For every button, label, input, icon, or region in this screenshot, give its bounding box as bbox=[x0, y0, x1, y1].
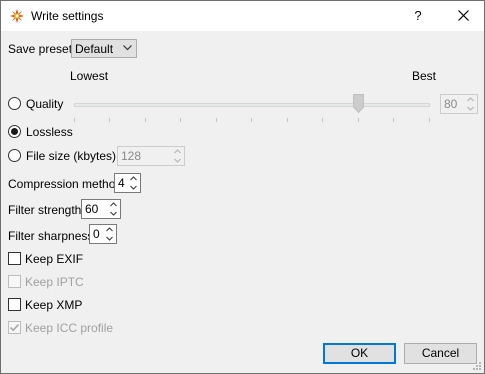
save-preset-value: Default bbox=[75, 42, 114, 56]
resize-grip-icon[interactable] bbox=[472, 361, 482, 371]
quality-slider-thumb[interactable] bbox=[353, 94, 364, 113]
slider-max-label: Best bbox=[412, 69, 437, 83]
help-button[interactable]: ? bbox=[403, 1, 433, 31]
slider-tick bbox=[216, 118, 217, 122]
keep-xmp-checkbox[interactable] bbox=[8, 298, 21, 311]
spin-down-icon[interactable] bbox=[103, 234, 116, 243]
quality-value: 80 bbox=[444, 97, 458, 111]
spin-up-icon[interactable] bbox=[464, 95, 477, 104]
close-button[interactable] bbox=[446, 1, 482, 31]
save-preset-select[interactable]: Default bbox=[71, 39, 137, 58]
file-size-radio[interactable] bbox=[8, 149, 21, 162]
keep-icc-checkbox[interactable] bbox=[8, 321, 21, 334]
slider-tick bbox=[74, 118, 75, 122]
compression-method-value: 4 bbox=[118, 176, 125, 190]
slider-tick bbox=[109, 118, 110, 122]
file-size-spinbox[interactable]: 128 bbox=[117, 146, 185, 166]
window-title: Write settings bbox=[31, 9, 104, 23]
lossless-label: Lossless bbox=[26, 125, 73, 139]
ok-button[interactable]: OK bbox=[323, 343, 396, 364]
spin-down-icon[interactable] bbox=[107, 209, 120, 218]
spin-up-icon[interactable] bbox=[127, 174, 140, 183]
dialog-content: Save preset Default Lowest Best Quality … bbox=[1, 31, 484, 373]
filter-sharpness-label: Filter sharpness bbox=[8, 229, 94, 243]
filter-strength-label: Filter strength bbox=[8, 203, 82, 217]
keep-xmp-label: Keep XMP bbox=[25, 298, 83, 312]
checkmark-icon bbox=[9, 323, 20, 332]
compression-method-label: Compression method bbox=[8, 177, 123, 191]
compression-method-spinbox[interactable]: 4 bbox=[114, 173, 141, 193]
slider-tick bbox=[180, 118, 181, 122]
slider-tick bbox=[251, 118, 252, 122]
keep-iptc-label: Keep IPTC bbox=[25, 275, 84, 289]
filter-sharpness-spinbox[interactable]: 0 bbox=[89, 224, 117, 244]
spin-down-icon[interactable] bbox=[464, 104, 477, 113]
close-icon bbox=[458, 10, 469, 21]
quality-radio[interactable] bbox=[8, 97, 21, 110]
xnview-app-icon bbox=[10, 9, 24, 23]
spin-down-icon[interactable] bbox=[171, 156, 184, 165]
save-preset-label: Save preset bbox=[8, 42, 73, 56]
cancel-button[interactable]: Cancel bbox=[404, 343, 477, 364]
slider-tick bbox=[429, 118, 430, 122]
slider-tick bbox=[358, 118, 359, 122]
quality-label: Quality bbox=[26, 97, 64, 111]
quality-spinbox[interactable]: 80 bbox=[440, 94, 478, 114]
write-settings-dialog: Write settings ? Save preset Default Low… bbox=[0, 0, 485, 374]
filter-strength-value: 60 bbox=[85, 202, 99, 216]
spin-up-icon[interactable] bbox=[103, 225, 116, 234]
slider-min-label: Lowest bbox=[70, 69, 109, 83]
slider-tick bbox=[393, 118, 394, 122]
keep-exif-label: Keep EXIF bbox=[25, 252, 84, 266]
file-size-label: File size (kbytes) bbox=[26, 149, 117, 163]
spin-up-icon[interactable] bbox=[171, 147, 184, 156]
quality-slider-track[interactable] bbox=[74, 103, 430, 107]
keep-iptc-checkbox[interactable] bbox=[8, 275, 21, 288]
spin-up-icon[interactable] bbox=[107, 200, 120, 209]
slider-tick bbox=[287, 118, 288, 122]
keep-exif-checkbox[interactable] bbox=[8, 252, 21, 265]
keep-icc-label: Keep ICC profile bbox=[25, 321, 114, 335]
slider-tick bbox=[322, 118, 323, 122]
slider-tick bbox=[145, 118, 146, 122]
radio-selected-dot bbox=[11, 128, 18, 135]
title-bar: Write settings ? bbox=[1, 1, 484, 31]
lossless-radio[interactable] bbox=[8, 125, 21, 138]
filter-sharpness-value: 0 bbox=[93, 227, 100, 241]
chevron-down-icon bbox=[123, 45, 132, 51]
file-size-value: 128 bbox=[121, 149, 142, 163]
spin-down-icon[interactable] bbox=[127, 183, 140, 192]
filter-strength-spinbox[interactable]: 60 bbox=[81, 199, 121, 219]
